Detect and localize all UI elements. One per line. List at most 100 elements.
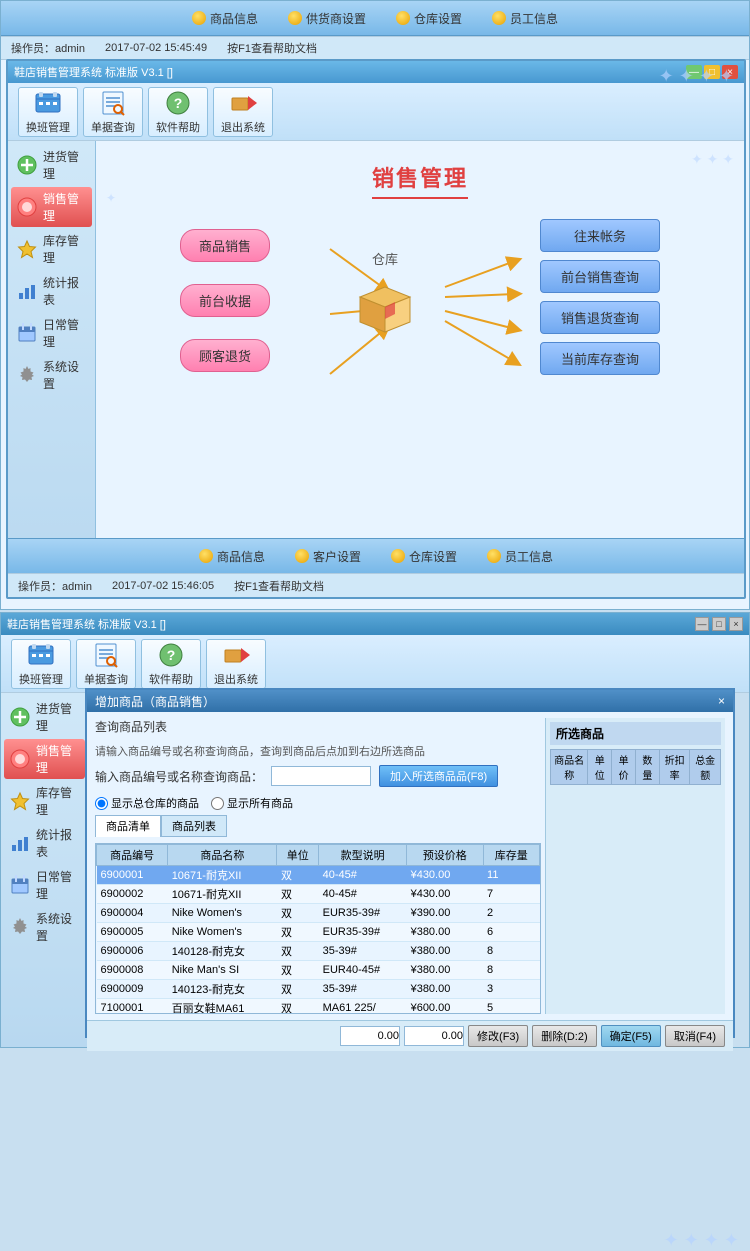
- dialog-title-bar: 增加商品（商品销售） ×: [87, 690, 733, 712]
- bar-icon-2: [10, 832, 30, 854]
- shift-management-button-2[interactable]: 换班管理: [11, 639, 71, 689]
- exit-system-button[interactable]: 退出系统: [213, 87, 273, 137]
- search-input-row: 输入商品编号或名称查询商品： 加入所选商品品(F8): [95, 765, 541, 787]
- sidebar-item-inventory-2[interactable]: 库存管理: [4, 781, 85, 821]
- product-table-container[interactable]: 商品编号 商品名称 单位 款型说明 预设价格 库存量 690000110671-…: [95, 843, 541, 1014]
- sales-diagram: 商品销售 前台收据 顾客退货: [180, 219, 660, 419]
- minimize-button[interactable]: —: [686, 65, 702, 79]
- exit-icon-2: [221, 641, 251, 669]
- shift-icon: [33, 89, 63, 117]
- table-row[interactable]: 6900009140123-耐克女双35-39#¥380.003: [97, 980, 540, 999]
- table-row[interactable]: 6900006140128-耐克女双35-39#¥380.008: [97, 942, 540, 961]
- show-all-radio[interactable]: 显示所有商品: [211, 795, 293, 811]
- customer-return-box[interactable]: 顾客退货: [180, 339, 270, 372]
- top-window: 商品信息 供货商设置 仓库设置 员工信息 操作员：admin 2017-07-0…: [0, 0, 750, 610]
- document-query-button-2[interactable]: 单据查询: [76, 639, 136, 689]
- nav-item-supplier[interactable]: 供货商设置: [288, 10, 366, 27]
- modify-button[interactable]: 修改(F3): [468, 1025, 528, 1047]
- inner-window-controls: — □ ×: [686, 65, 738, 79]
- amount-input-2[interactable]: [404, 1026, 464, 1046]
- sidebar-top: 进货管理 销售管理 库存管理: [8, 141, 96, 597]
- table-row[interactable]: 6900005Nike Women's双EUR35-39#¥380.006: [97, 923, 540, 942]
- diagram-left-boxes: 商品销售 前台收据 顾客退货: [180, 229, 270, 372]
- warehouse-center: 仓库: [350, 249, 420, 342]
- sidebar-item-settings-2[interactable]: 系统设置: [4, 907, 85, 947]
- exit-system-button-2[interactable]: 退出系统: [206, 639, 266, 689]
- add-to-selected-button[interactable]: 加入所选商品品(F8): [379, 765, 498, 787]
- table-row[interactable]: 7100001百丽女鞋MA61双MA61 225/¥600.005: [97, 999, 540, 1015]
- sidebar-item-settings[interactable]: 系统设置: [11, 355, 92, 395]
- display-radio-group: 显示总仓库的商品 显示所有商品: [95, 795, 541, 811]
- product-search-input[interactable]: [271, 766, 371, 786]
- tab-product-catalog[interactable]: 商品列表: [161, 815, 227, 837]
- nav-item-warehouse[interactable]: 仓库设置: [396, 10, 462, 27]
- sidebar-item-sales[interactable]: 销售管理: [11, 187, 92, 227]
- plus-icon: [17, 154, 37, 176]
- sales-return-query-box[interactable]: 销售退货查询: [540, 301, 660, 334]
- nav-dot-supplier: [288, 11, 302, 25]
- col-header-no: 商品编号: [97, 845, 168, 866]
- current-inventory-query-box[interactable]: 当前库存查询: [540, 342, 660, 375]
- gear-icon-2: [10, 916, 30, 938]
- bar-icon: [17, 280, 37, 302]
- front-sales-query-box[interactable]: 前台销售查询: [540, 260, 660, 293]
- sidebar-item-stats-2[interactable]: 统计报表: [4, 823, 85, 863]
- calendar-icon-2: [10, 874, 30, 896]
- nav-item-staff[interactable]: 员工信息: [492, 10, 558, 27]
- second-minimize-button[interactable]: —: [695, 617, 709, 631]
- table-row[interactable]: 690000110671-耐克XII双40-45#¥430.0011: [97, 866, 540, 885]
- close-button[interactable]: ×: [722, 65, 738, 79]
- amount-input-1[interactable]: [340, 1026, 400, 1046]
- confirm-button[interactable]: 确定(F5): [601, 1025, 661, 1047]
- front-receipt-box[interactable]: 前台收据: [180, 284, 270, 317]
- add-goods-dialog: 增加商品（商品销售） × 查询商品列表 请输入商品编号或名称查询商品，查询到商品…: [85, 688, 735, 1038]
- diagram-area: ✦ ✦ ✦ ✦ ➤ 销售管理 商品销售 前台收据 顾客退货: [96, 141, 744, 597]
- col-header-stock: 库存量: [483, 845, 539, 866]
- sidebar-item-daily[interactable]: 日常管理: [11, 313, 92, 353]
- maximize-button[interactable]: □: [704, 65, 720, 79]
- right-col-price: 单价: [612, 750, 636, 785]
- search-section-label: 查询商品列表: [95, 718, 541, 735]
- second-maximize-button[interactable]: □: [712, 617, 726, 631]
- bottom-nav-top: 商品信息 客户设置 仓库设置 员工信息: [8, 538, 744, 573]
- shift-icon-2: [26, 641, 56, 669]
- bottom-nav-goods[interactable]: 商品信息: [199, 548, 265, 565]
- right-col-qty: 数量: [635, 750, 659, 785]
- bottom-nav-customer[interactable]: 客户设置: [295, 548, 361, 565]
- selected-goods-table: 商品名称 单位 单价 数量 折扣率 总金额: [550, 749, 721, 785]
- sidebar-item-purchase[interactable]: 进货管理: [11, 145, 92, 185]
- dialog-left-panel: 查询商品列表 请输入商品编号或名称查询商品，查询到商品后点加到右边所选商品 输入…: [95, 718, 541, 1014]
- tab-product-list[interactable]: 商品清单: [95, 815, 161, 837]
- sidebar-item-inventory[interactable]: 库存管理: [11, 229, 92, 269]
- delete-button[interactable]: 删除(D:2): [532, 1025, 596, 1047]
- bottom-nav-staff[interactable]: 员工信息: [487, 548, 553, 565]
- cancel-button[interactable]: 取消(F4): [665, 1025, 725, 1047]
- sidebar-item-stats[interactable]: 统计报表: [11, 271, 92, 311]
- show-main-warehouse-radio[interactable]: 显示总仓库的商品: [95, 795, 199, 811]
- shift-management-button[interactable]: 换班管理: [18, 87, 78, 137]
- software-help-button-2[interactable]: ? 软件帮助: [141, 639, 201, 689]
- accounts-box[interactable]: 往来帐务: [540, 219, 660, 252]
- nav-item-goods[interactable]: 商品信息: [192, 10, 258, 27]
- document-query-button[interactable]: 单据查询: [83, 87, 143, 137]
- table-row[interactable]: 6900008Nike Man's SI双EUR40-45#¥380.008: [97, 961, 540, 980]
- goods-sales-box[interactable]: 商品销售: [180, 229, 270, 262]
- sidebar-item-sales-2[interactable]: 销售管理: [4, 739, 85, 779]
- col-header-model: 款型说明: [319, 845, 407, 866]
- warehouse-label: 仓库: [372, 249, 398, 268]
- table-row[interactable]: 690000210671-耐克XII双40-45#¥430.007: [97, 885, 540, 904]
- bottom-nav-warehouse[interactable]: 仓库设置: [391, 548, 457, 565]
- selected-goods-panel: 所选商品 商品名称 单位 单价 数量 折扣率 总金额: [545, 718, 725, 1014]
- right-col-total: 总金额: [690, 750, 721, 785]
- sidebar-item-daily-2[interactable]: 日常管理: [4, 865, 85, 905]
- second-close-button[interactable]: ×: [729, 617, 743, 631]
- right-col-discount: 折扣率: [659, 750, 690, 785]
- software-help-button[interactable]: ? 软件帮助: [148, 87, 208, 137]
- svg-text:?: ?: [174, 95, 183, 111]
- dialog-close-button[interactable]: ×: [718, 694, 725, 708]
- sidebar-item-purchase-2[interactable]: 进货管理: [4, 697, 85, 737]
- col-header-price: 预设价格: [407, 845, 483, 866]
- status-bar-bottom: 操作员：admin 2017-07-02 15:46:05 按F1查看帮助文档: [8, 573, 744, 597]
- table-row[interactable]: 6900004Nike Women's双EUR35-39#¥390.002: [97, 904, 540, 923]
- dialog-body: 查询商品列表 请输入商品编号或名称查询商品，查询到商品后点加到右边所选商品 输入…: [87, 712, 733, 1020]
